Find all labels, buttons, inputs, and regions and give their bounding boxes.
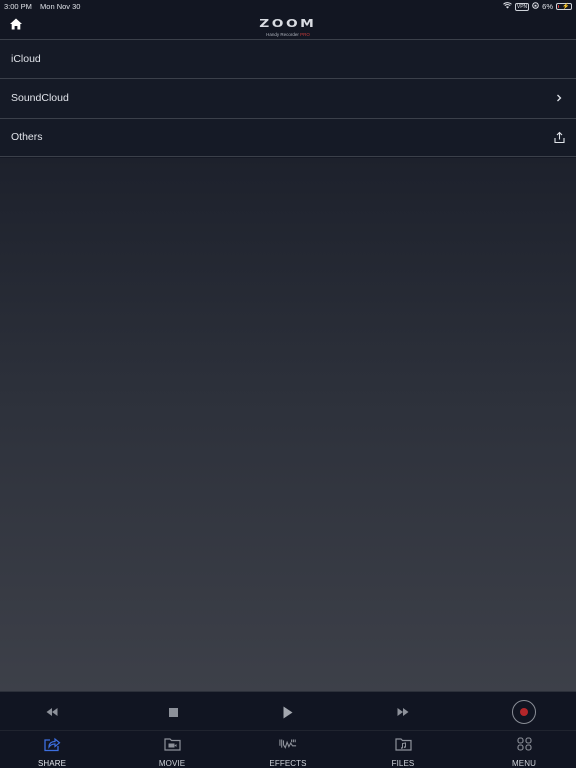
list-item-others[interactable]: Others bbox=[0, 117, 576, 157]
menu-grid-icon bbox=[515, 736, 533, 752]
tab-share[interactable]: SHARE bbox=[12, 736, 92, 768]
logo-subtitle: Handy Recorder PRO bbox=[266, 32, 310, 37]
record-icon bbox=[520, 708, 528, 716]
list-item-label: Others bbox=[11, 131, 43, 144]
tab-label: SHARE bbox=[37, 759, 67, 768]
tab-label: FILES bbox=[391, 759, 415, 768]
transport-bar bbox=[0, 691, 576, 731]
list-item-label: SoundCloud bbox=[11, 92, 69, 105]
wifi-icon bbox=[503, 2, 512, 11]
vpn-badge: VPN bbox=[514, 2, 530, 11]
app-header: ZOOM Handy Recorder PRO bbox=[0, 12, 576, 39]
record-button[interactable] bbox=[512, 700, 536, 724]
tab-bar: SHARE MOVIE EFFECTS FILES MENU bbox=[0, 731, 576, 768]
charging-bolt-icon: ⚡ bbox=[562, 4, 570, 10]
battery-icon: ⚡ bbox=[556, 3, 572, 10]
files-folder-icon bbox=[394, 736, 412, 752]
tab-label: MOVIE bbox=[158, 759, 186, 768]
status-bar: 3:00 PM Mon Nov 30 VPN 6% ⚡ bbox=[0, 0, 576, 12]
tab-effects[interactable]: EFFECTS bbox=[248, 736, 328, 768]
stop-button[interactable] bbox=[163, 702, 183, 722]
logo-pro: PRO bbox=[300, 32, 310, 37]
tab-label: EFFECTS bbox=[269, 759, 307, 768]
battery-percent: 6% bbox=[542, 2, 553, 11]
tab-files[interactable]: FILES bbox=[363, 736, 443, 768]
rotation-lock-icon bbox=[532, 2, 539, 11]
list-item-icloud[interactable]: iCloud bbox=[0, 39, 576, 79]
rewind-button[interactable] bbox=[42, 702, 62, 722]
logo-brand: ZOOM bbox=[259, 17, 317, 30]
effects-waveform-icon bbox=[279, 736, 297, 752]
status-date: Mon Nov 30 bbox=[40, 2, 81, 11]
tab-menu[interactable]: MENU bbox=[484, 736, 564, 768]
rewind-icon bbox=[46, 708, 58, 716]
battery-fill bbox=[558, 5, 559, 8]
play-button[interactable] bbox=[278, 702, 298, 722]
stop-icon bbox=[168, 707, 178, 717]
list-item-soundcloud[interactable]: SoundCloud bbox=[0, 78, 576, 118]
tab-movie[interactable]: MOVIE bbox=[132, 736, 212, 768]
share-destination-list: iCloud SoundCloud Others bbox=[0, 39, 576, 157]
share-upload-icon[interactable] bbox=[552, 130, 566, 144]
movie-folder-icon bbox=[163, 736, 181, 752]
share-icon bbox=[43, 736, 61, 752]
chevron-right-icon bbox=[552, 91, 566, 105]
fast-forward-icon bbox=[397, 708, 409, 716]
zoom-logo: ZOOM Handy Recorder PRO bbox=[0, 14, 576, 37]
tab-label: MENU bbox=[512, 759, 536, 768]
content-area bbox=[0, 158, 576, 691]
status-time: 3:00 PM bbox=[4, 2, 32, 11]
fast-forward-button[interactable] bbox=[393, 702, 413, 722]
play-icon bbox=[283, 706, 293, 718]
list-item-label: iCloud bbox=[11, 53, 41, 66]
